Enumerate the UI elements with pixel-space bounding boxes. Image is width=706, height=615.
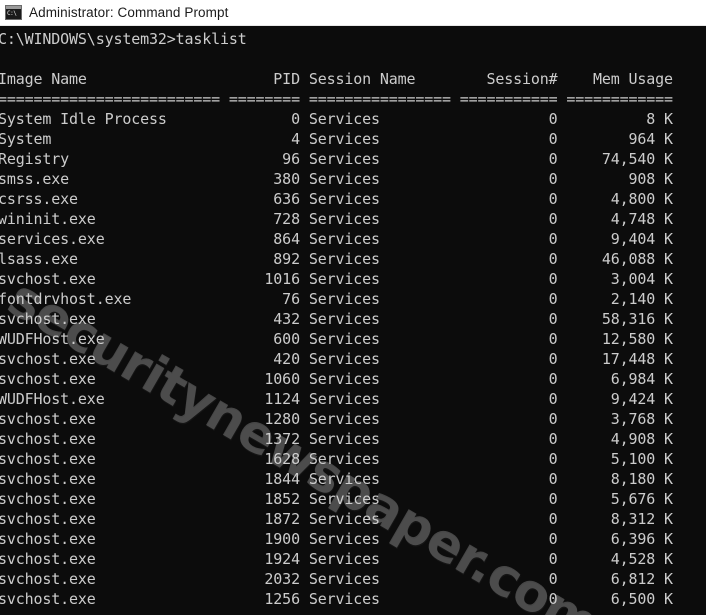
table-row: System 4 Services 0 964 K xyxy=(0,130,673,148)
table-row: System Idle Process 0 Services 0 8 K xyxy=(0,110,673,128)
table-row: svchost.exe 1060 Services 0 6,984 K xyxy=(0,370,673,388)
table-row: svchost.exe 1900 Services 0 6,396 K xyxy=(0,530,673,548)
table-row: svchost.exe 1372 Services 0 4,908 K xyxy=(0,430,673,448)
icon-screen-text: C:\ xyxy=(6,9,21,19)
table-header-row: Image Name PID Session Name Session# Mem… xyxy=(0,70,673,88)
table-row: smss.exe 380 Services 0 908 K xyxy=(0,170,673,188)
table-row: wininit.exe 728 Services 0 4,748 K xyxy=(0,210,673,228)
table-row: svchost.exe 420 Services 0 17,448 K xyxy=(0,350,673,368)
command-prompt-window: C:\ Administrator: Command Prompt C:\WIN… xyxy=(0,0,706,615)
command-prompt-icon: C:\ xyxy=(5,5,22,20)
table-row: svchost.exe 1844 Services 0 8,180 K xyxy=(0,470,673,488)
window-titlebar: C:\ Administrator: Command Prompt xyxy=(0,0,706,26)
table-row: csrss.exe 636 Services 0 4,800 K xyxy=(0,190,673,208)
process-table-rows: System Idle Process 0 Services 0 8 K Syst… xyxy=(0,109,706,609)
prompt-line: C:\WINDOWS\system32>tasklist xyxy=(0,30,247,48)
console-output-area[interactable]: C:\WINDOWS\system32>tasklist Image Name … xyxy=(0,26,706,615)
table-row: svchost.exe 1852 Services 0 5,676 K xyxy=(0,490,673,508)
window-title: Administrator: Command Prompt xyxy=(29,5,229,20)
table-row: WUDFHost.exe 1124 Services 0 9,424 K xyxy=(0,390,673,408)
table-row: svchost.exe 1016 Services 0 3,004 K xyxy=(0,270,673,288)
console-text-buffer: C:\WINDOWS\system32>tasklist Image Name … xyxy=(0,29,706,609)
table-row: fontdrvhost.exe 76 Services 0 2,140 K xyxy=(0,290,673,308)
table-row: svchost.exe 1280 Services 0 3,768 K xyxy=(0,410,673,428)
table-row: svchost.exe 1256 Services 0 6,500 K xyxy=(0,590,673,608)
table-row: WUDFHost.exe 600 Services 0 12,580 K xyxy=(0,330,673,348)
table-row: svchost.exe 1924 Services 0 4,528 K xyxy=(0,550,673,568)
table-row: svchost.exe 2032 Services 0 6,812 K xyxy=(0,570,673,588)
table-row: svchost.exe 1872 Services 0 8,312 K xyxy=(0,510,673,528)
table-row: Registry 96 Services 0 74,540 K xyxy=(0,150,673,168)
table-row: lsass.exe 892 Services 0 46,088 K xyxy=(0,250,673,268)
table-row: svchost.exe 432 Services 0 58,316 K xyxy=(0,310,673,328)
table-row: svchost.exe 1628 Services 0 5,100 K xyxy=(0,450,673,468)
table-separator-row: ========================= ======== =====… xyxy=(0,90,673,108)
table-row: services.exe 864 Services 0 9,404 K xyxy=(0,230,673,248)
